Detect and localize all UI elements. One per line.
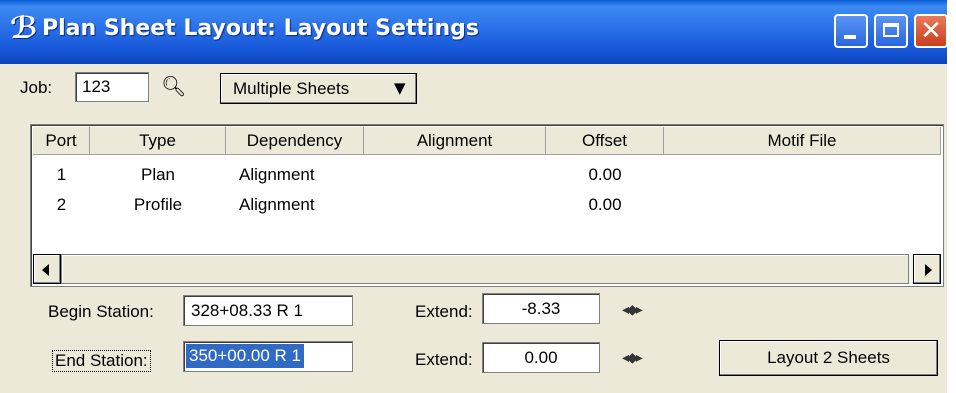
scrollbar-thumb[interactable]	[61, 254, 909, 284]
maximize-button[interactable]	[874, 14, 908, 48]
end-station-label: End Station:	[52, 350, 151, 372]
cell-type: Profile	[133, 195, 183, 214]
cell-port: 2	[56, 195, 67, 214]
end-extend-input[interactable]: 0.00	[482, 342, 600, 373]
end-station-selected-text: 350+00.00 R 1	[186, 344, 305, 368]
arrow-left-icon	[42, 264, 49, 276]
cell-dependency: Alignment	[239, 165, 315, 184]
begin-station-input[interactable]: 328+08.33 R 1	[183, 295, 353, 326]
begin-extend-input[interactable]: -8.33	[482, 293, 600, 324]
column-header-type[interactable]: Type	[90, 127, 226, 155]
maximize-icon	[883, 23, 899, 37]
locate-begin-icon[interactable]: ◂◆▸	[622, 302, 643, 318]
cell-offset: 0.00	[588, 165, 622, 184]
scroll-right-button[interactable]	[913, 254, 941, 284]
title-bar[interactable]: ℬ Plan Sheet Layout: Layout Settings ✕	[0, 0, 948, 64]
dropdown-arrow-icon: ▼	[394, 79, 406, 97]
cell-dependency: Alignment	[239, 195, 315, 214]
cell-offset: 0.00	[588, 195, 622, 214]
minimize-button[interactable]	[834, 14, 868, 48]
locate-end-icon[interactable]: ◂◆▸	[622, 350, 643, 366]
job-input[interactable]: 123	[75, 72, 149, 102]
close-button[interactable]: ✕	[914, 14, 948, 48]
close-icon: ✕	[920, 16, 942, 46]
column-header-port[interactable]: Port	[33, 127, 90, 155]
window-title: Plan Sheet Layout: Layout Settings	[42, 16, 479, 41]
begin-station-label: Begin Station:	[48, 302, 154, 321]
cell-type: Plan	[140, 165, 176, 184]
column-header-dependency[interactable]: Dependency	[226, 127, 364, 155]
end-extend-label: Extend:	[415, 350, 473, 369]
plan-sheet-layout-window: ℬ Plan Sheet Layout: Layout Settings ✕ J…	[0, 0, 948, 393]
cell-port: 1	[56, 165, 67, 184]
minimize-icon	[844, 35, 856, 39]
horizontal-scrollbar[interactable]	[33, 254, 941, 284]
job-label: Job:	[20, 78, 53, 97]
magnifier-icon[interactable]: 🔍︎	[161, 74, 186, 98]
arrow-right-icon	[925, 264, 932, 276]
scroll-left-button[interactable]	[33, 254, 61, 284]
begin-extend-label: Extend:	[415, 302, 473, 321]
ports-table[interactable]: Port Type Dependency Alignment Offset Mo…	[30, 124, 944, 287]
sheet-mode-value: Multiple Sheets	[233, 79, 350, 98]
column-header-alignment[interactable]: Alignment	[364, 127, 546, 155]
column-header-offset[interactable]: Offset	[546, 127, 664, 155]
app-icon: ℬ	[10, 11, 38, 46]
layout-sheets-button[interactable]: Layout 2 Sheets	[719, 340, 938, 376]
column-header-motif-file[interactable]: Motif File	[664, 127, 941, 155]
end-station-input[interactable]: 350+00.00 R 1	[183, 341, 353, 372]
sheet-mode-dropdown[interactable]: Multiple Sheets ▼	[220, 73, 417, 104]
